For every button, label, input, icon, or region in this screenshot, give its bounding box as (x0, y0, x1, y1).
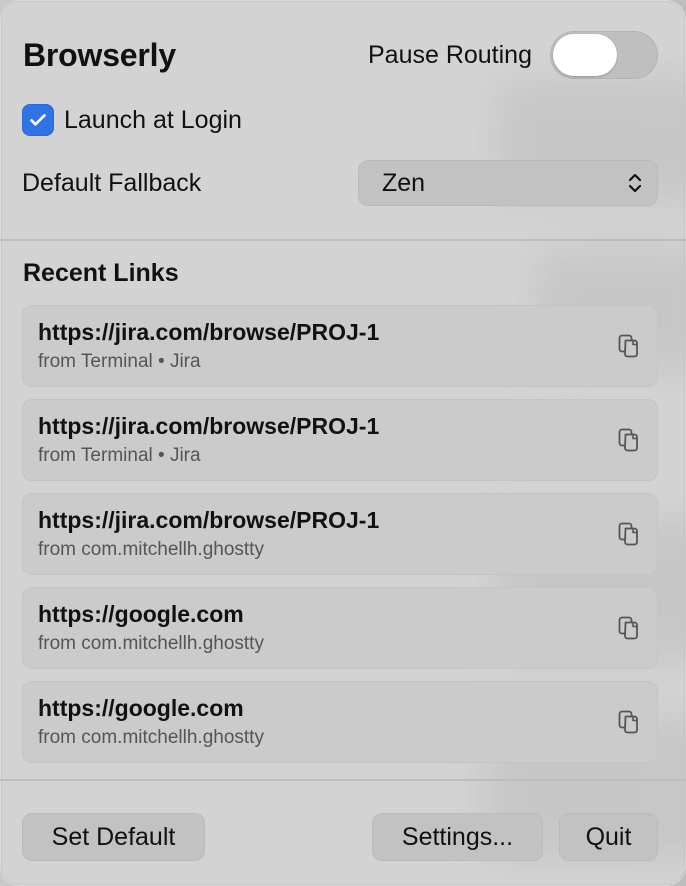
link-url: https://jira.com/browse/PROJ-1 (38, 413, 380, 439)
link-source: from Terminal • Jira (38, 445, 201, 466)
link-source: from com.mitchellh.ghostty (38, 633, 264, 654)
browserly-popover: Browserly Pause Routing Launch at Login … (0, 0, 686, 886)
recent-links-list: https://jira.com/browse/PROJ-1 from Term… (22, 305, 658, 775)
copy-link-button[interactable] (616, 333, 642, 359)
link-url: https://jira.com/browse/PROJ-1 (38, 319, 380, 345)
link-url: https://jira.com/browse/PROJ-1 (38, 507, 380, 533)
copy-link-button[interactable] (616, 615, 642, 641)
header: Browserly Pause Routing (23, 30, 658, 80)
default-fallback-value: Zen (382, 168, 426, 197)
footer-actions: Set Default Settings... Quit (22, 813, 658, 861)
launch-at-login-checkbox[interactable] (22, 104, 54, 136)
link-url: https://google.com (38, 601, 244, 627)
recent-link-row[interactable]: https://google.com from com.mitchellh.gh… (22, 681, 658, 763)
pause-routing: Pause Routing (368, 31, 658, 79)
launch-at-login[interactable]: Launch at Login (22, 102, 242, 138)
copy-icon (618, 334, 638, 358)
pause-routing-toggle[interactable] (550, 31, 658, 79)
recent-links-title: Recent Links (23, 259, 179, 287)
copy-icon (618, 522, 638, 546)
settings-button[interactable]: Settings... (372, 813, 543, 861)
quit-button[interactable]: Quit (559, 813, 658, 861)
link-source: from com.mitchellh.ghostty (38, 727, 264, 748)
recent-link-row[interactable]: https://jira.com/browse/PROJ-1 from com.… (22, 493, 658, 575)
link-source: from com.mitchellh.ghostty (38, 539, 264, 560)
copy-icon (618, 616, 638, 640)
link-url: https://google.com (38, 695, 244, 721)
divider (0, 239, 686, 241)
copy-icon (618, 428, 638, 452)
copy-link-button[interactable] (616, 427, 642, 453)
default-fallback-label: Default Fallback (22, 168, 202, 197)
set-default-button[interactable]: Set Default (22, 813, 205, 861)
app-title: Browserly (23, 36, 176, 73)
copy-icon (618, 710, 638, 734)
recent-link-row[interactable]: https://jira.com/browse/PROJ-1 from Term… (22, 399, 658, 481)
default-fallback: Default Fallback Zen (22, 160, 658, 206)
divider (0, 779, 686, 781)
pause-routing-label: Pause Routing (367, 40, 532, 69)
link-source: from Terminal • Jira (38, 351, 201, 372)
chevron-up-down-icon (628, 173, 642, 193)
launch-at-login-label: Launch at Login (64, 105, 242, 134)
recent-link-row[interactable]: https://jira.com/browse/PROJ-1 from Term… (22, 305, 658, 387)
copy-link-button[interactable] (616, 709, 642, 735)
default-fallback-select[interactable]: Zen (358, 160, 658, 206)
checkmark-icon (30, 114, 46, 126)
toggle-knob (553, 34, 617, 76)
copy-link-button[interactable] (616, 521, 642, 547)
recent-link-row[interactable]: https://google.com from com.mitchellh.gh… (22, 587, 658, 669)
